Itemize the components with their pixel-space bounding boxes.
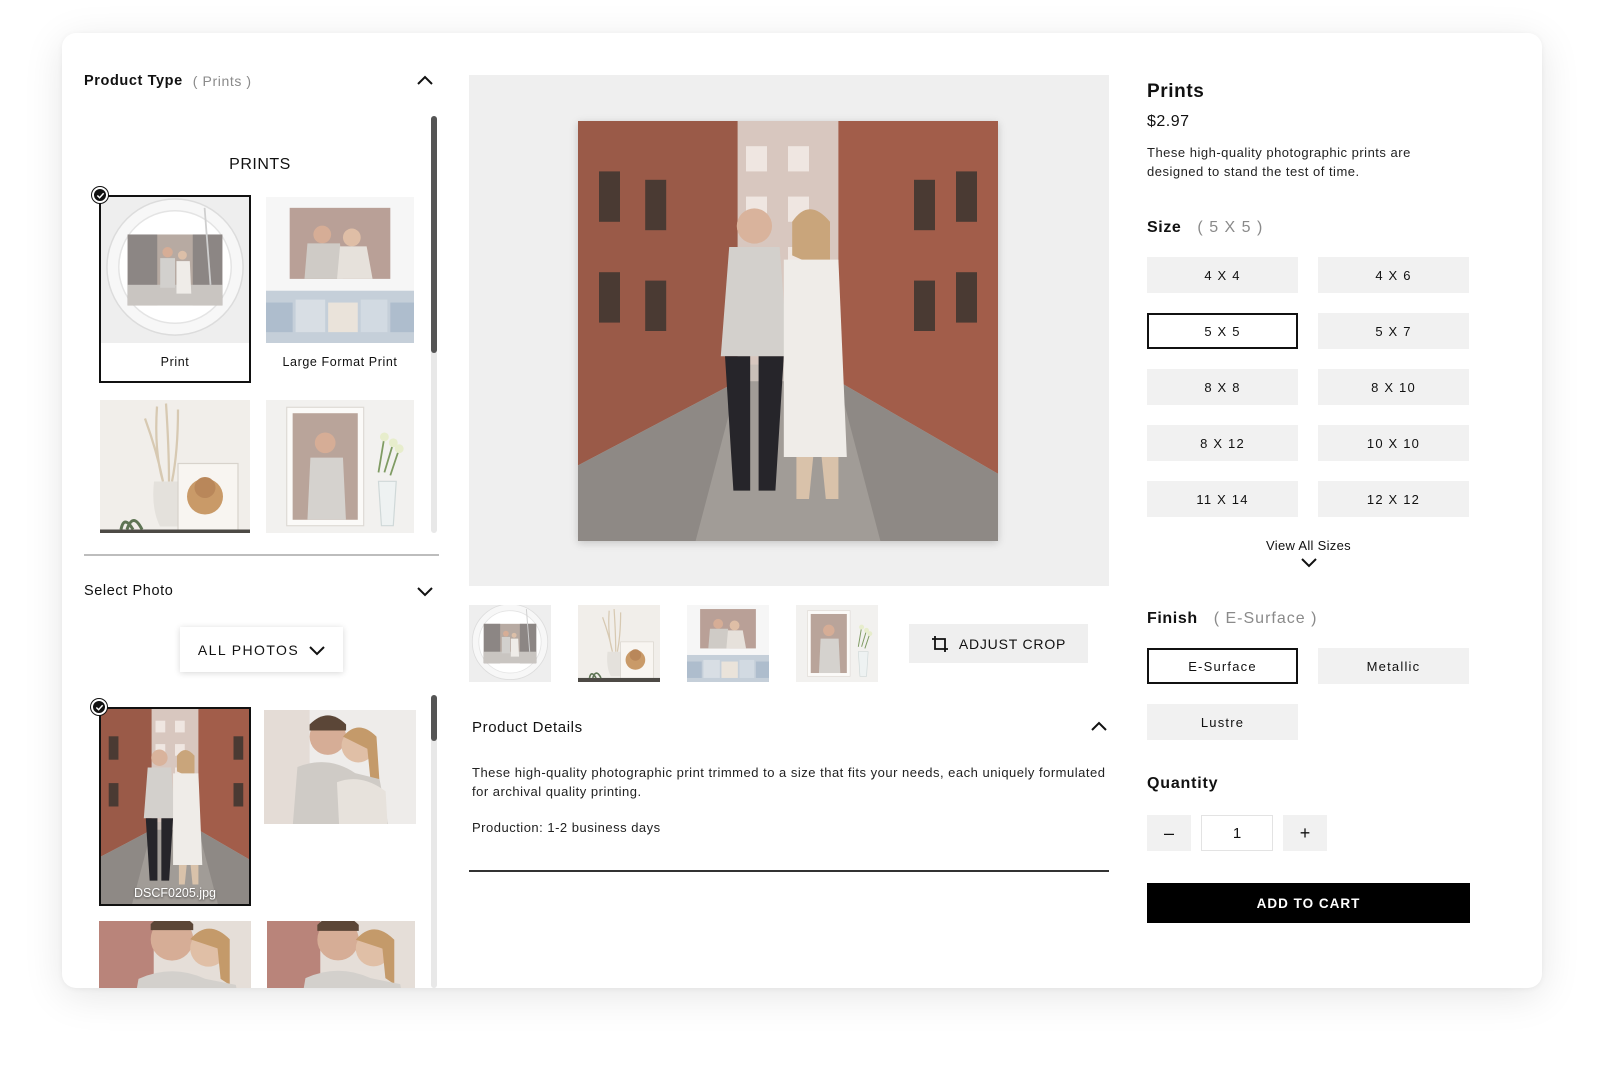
print-preview-image — [101, 197, 249, 343]
photo-image — [101, 709, 249, 904]
quantity-label: Quantity — [1147, 775, 1219, 792]
chevron-up-icon[interactable] — [1090, 718, 1108, 736]
view-all-sizes-label: View All Sizes — [1266, 538, 1351, 553]
product-type-selected: ( Prints ) — [192, 73, 252, 89]
thumb-image — [469, 605, 551, 682]
size-option-10x10[interactable]: 10 X 10 — [1318, 425, 1469, 461]
quantity-decrease-button[interactable]: – — [1147, 815, 1191, 851]
quantity-increase-button[interactable]: + — [1283, 815, 1327, 851]
product-tile-label: Large Format Print — [266, 343, 414, 381]
product-type-title: Product Type — [84, 73, 183, 89]
preview-thumb-pillow[interactable] — [687, 605, 769, 682]
size-option-4x6[interactable]: 4 X 6 — [1318, 257, 1469, 293]
size-selected: ( 5 X 5 ) — [1197, 219, 1264, 236]
finish-selected: ( E-Surface ) — [1213, 610, 1318, 627]
size-option-8x8[interactable]: 8 X 8 — [1147, 369, 1298, 405]
selected-check-icon — [92, 187, 108, 203]
size-option-4x4[interactable]: 4 X 4 — [1147, 257, 1298, 293]
product-title: Prints — [1147, 81, 1205, 102]
left-divider — [84, 554, 439, 556]
adjust-crop-label: ADJUST CROP — [958, 635, 1067, 652]
finish-option-e-surface[interactable]: E-Surface — [1147, 648, 1298, 684]
chevron-down-icon[interactable] — [416, 582, 434, 600]
canvas-preview-image — [266, 400, 414, 533]
photo-thumb[interactable] — [267, 921, 415, 988]
product-tile-canvas[interactable] — [266, 400, 414, 533]
size-label: Size — [1147, 219, 1182, 236]
photo-scrollbar[interactable] — [431, 695, 437, 988]
preview-thumb-plate[interactable] — [469, 605, 551, 682]
product-type-header[interactable]: Product Type ( Prints ) — [84, 69, 444, 93]
product-details-title: Product Details — [472, 718, 583, 736]
tabletop-preview-image — [100, 400, 250, 533]
photo-thumb[interactable] — [99, 921, 251, 988]
product-price: $2.97 — [1147, 113, 1190, 130]
product-description: These high-quality photographic prints a… — [1147, 145, 1411, 179]
size-option-12x12[interactable]: 12 X 12 — [1318, 481, 1469, 517]
preview-print — [578, 121, 998, 541]
finish-option-lustre[interactable]: Lustre — [1147, 704, 1298, 740]
photo-image — [99, 921, 251, 988]
product-tile-large-format[interactable]: Large Format Print — [266, 197, 414, 381]
thumb-image — [687, 605, 769, 682]
photo-thumb[interactable] — [264, 710, 416, 824]
product-scrollbar-thumb[interactable] — [431, 116, 437, 353]
product-builder-card: Product Type ( Prints ) PRINTS Print Lar… — [62, 33, 1542, 988]
add-to-cart-button[interactable]: ADD TO CART — [1147, 883, 1470, 923]
product-tile-label: Print — [101, 343, 249, 381]
adjust-crop-button[interactable]: ADJUST CROP — [909, 624, 1088, 663]
preview-thumb-vase[interactable] — [796, 605, 878, 682]
selected-check-icon — [91, 699, 107, 715]
product-tile-print[interactable]: Print — [99, 195, 251, 383]
product-details-description: These high-quality photographic print tr… — [472, 765, 1106, 799]
view-all-sizes-link[interactable]: View All Sizes — [1147, 538, 1470, 569]
chevron-down-icon — [309, 645, 325, 655]
chevron-up-icon[interactable] — [416, 72, 434, 90]
select-photo-title: Select Photo — [84, 583, 174, 599]
catalog-heading: PRINTS — [229, 156, 291, 173]
photo-image — [264, 710, 416, 824]
finish-option-metallic[interactable]: Metallic — [1318, 648, 1469, 684]
photo-image — [267, 921, 415, 988]
select-photo-header[interactable]: Select Photo — [84, 579, 444, 603]
preview-photo-image — [578, 121, 998, 541]
quantity-input[interactable] — [1201, 815, 1273, 851]
production-time: Production: 1-2 business days — [472, 820, 661, 835]
size-option-8x10[interactable]: 8 X 10 — [1318, 369, 1469, 405]
size-option-11x14[interactable]: 11 X 14 — [1147, 481, 1298, 517]
finish-label: Finish — [1147, 610, 1198, 627]
thumb-image — [796, 605, 878, 682]
all-photos-dropdown[interactable]: ALL PHOTOS — [180, 627, 343, 672]
preview-thumb-tabletop[interactable] — [578, 605, 660, 682]
product-preview — [469, 75, 1109, 586]
product-tile-tabletop[interactable] — [100, 400, 250, 533]
details-divider — [469, 870, 1109, 872]
size-option-5x7[interactable]: 5 X 7 — [1318, 313, 1469, 349]
photo-scrollbar-thumb[interactable] — [431, 695, 437, 741]
all-photos-label: ALL PHOTOS — [197, 641, 300, 658]
photo-thumb-selected[interactable]: DSCF0205.jpg — [99, 707, 251, 906]
finish-header: Finish ( E-Surface ) — [1147, 610, 1317, 628]
left-panel: Product Type ( Prints ) PRINTS Print Lar… — [84, 33, 448, 988]
chevron-down-icon — [1300, 558, 1317, 568]
crop-icon — [931, 635, 948, 652]
product-details-header[interactable]: Product Details — [472, 715, 1108, 739]
size-header: Size ( 5 X 5 ) — [1147, 219, 1263, 237]
size-option-5x5[interactable]: 5 X 5 — [1147, 313, 1298, 349]
size-option-8x12[interactable]: 8 X 12 — [1147, 425, 1298, 461]
product-scrollbar[interactable] — [431, 116, 437, 533]
large-format-preview-image — [266, 197, 414, 343]
thumb-image — [578, 605, 660, 682]
photo-filename: DSCF0205.jpg — [134, 886, 216, 900]
